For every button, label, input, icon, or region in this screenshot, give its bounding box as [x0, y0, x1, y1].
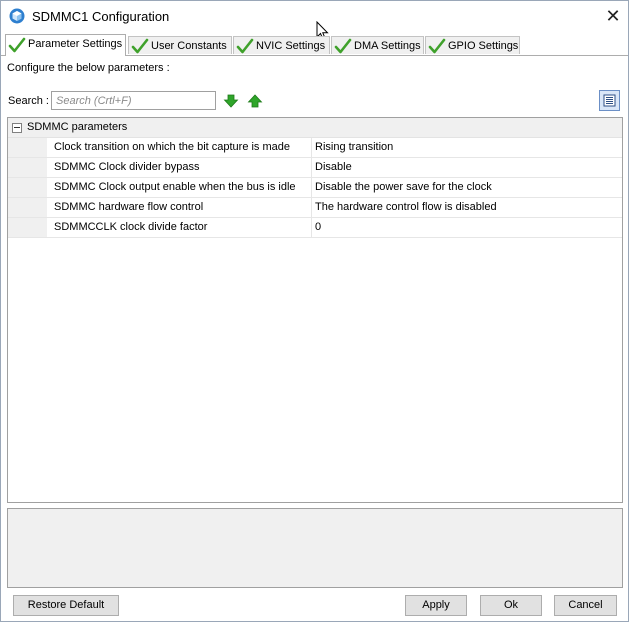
window-title: SDMMC1 Configuration [32, 9, 170, 24]
ok-button[interactable]: Ok [480, 595, 542, 616]
description-panel [7, 508, 623, 588]
table-row[interactable]: SDMMC hardware flow control The hardware… [8, 198, 622, 218]
parameter-value[interactable]: 0 [315, 221, 321, 233]
parameter-name: SDMMCCLK clock divide factor [54, 221, 208, 233]
tab-dma-settings[interactable]: DMA Settings [331, 36, 424, 54]
table-row[interactable]: Clock transition on which the bit captur… [8, 138, 622, 158]
tab-gpio-settings[interactable]: GPIO Settings [425, 36, 520, 54]
row-gutter [8, 178, 47, 197]
check-icon [8, 37, 26, 53]
parameter-name: SDMMC Clock divider bypass [54, 161, 200, 173]
close-icon[interactable]: ✕ [605, 6, 620, 26]
configure-instructions: Configure the below parameters : [7, 62, 170, 74]
tab-label: NVIC Settings [256, 40, 326, 52]
parameter-value[interactable]: Disable [315, 161, 352, 173]
row-gutter [8, 198, 47, 217]
row-gutter [8, 138, 47, 157]
tab-label: GPIO Settings [448, 40, 519, 52]
app-cube-icon [9, 8, 25, 24]
apply-button[interactable]: Apply [405, 595, 467, 616]
search-label: Search : [8, 95, 49, 107]
title-bar[interactable]: SDMMC1 Configuration ✕ [1, 1, 628, 31]
group-label: SDMMC parameters [27, 121, 128, 133]
tab-label: User Constants [151, 40, 227, 52]
parameter-grid: SDMMC parameters Clock transition on whi… [7, 117, 623, 503]
parameter-value[interactable]: Disable the power save for the clock [315, 181, 492, 193]
arrow-up-icon[interactable] [247, 93, 263, 109]
arrow-down-icon[interactable] [223, 93, 239, 109]
check-icon [428, 38, 446, 54]
search-input[interactable] [51, 91, 216, 110]
configuration-window: SDMMC1 Configuration ✕ Parameter Setting… [0, 0, 629, 622]
parameter-value[interactable]: Rising transition [315, 141, 393, 153]
parameter-name: SDMMC Clock output enable when the bus i… [54, 181, 296, 193]
check-icon [334, 38, 352, 54]
column-divider [311, 178, 312, 197]
parameter-value[interactable]: The hardware control flow is disabled [315, 201, 497, 213]
column-divider [311, 198, 312, 217]
tab-label: DMA Settings [354, 40, 421, 52]
tab-parameter-settings[interactable]: Parameter Settings [5, 34, 126, 56]
list-view-button[interactable] [599, 90, 620, 111]
table-row[interactable]: SDMMCCLK clock divide factor 0 [8, 218, 622, 238]
tab-strip: Parameter Settings User Constants NVIC S… [5, 34, 625, 56]
check-icon [131, 38, 149, 54]
tab-nvic-settings[interactable]: NVIC Settings [233, 36, 330, 54]
row-gutter [8, 158, 47, 177]
collapse-toggle-icon[interactable] [12, 123, 22, 133]
column-divider [311, 158, 312, 177]
list-view-icon [603, 94, 616, 107]
tab-label: Parameter Settings [28, 38, 123, 50]
table-row[interactable]: SDMMC Clock output enable when the bus i… [8, 178, 622, 198]
check-icon [236, 38, 254, 54]
close-button[interactable]: ✕ [598, 1, 628, 31]
cancel-button[interactable]: Cancel [554, 595, 617, 616]
restore-default-button[interactable]: Restore Default [13, 595, 119, 616]
column-divider [311, 138, 312, 157]
tab-user-constants[interactable]: User Constants [128, 36, 232, 54]
parameter-group-header[interactable]: SDMMC parameters [8, 118, 622, 138]
row-gutter [8, 218, 47, 237]
parameter-name: SDMMC hardware flow control [54, 201, 204, 213]
column-divider [311, 218, 312, 237]
table-row[interactable]: SDMMC Clock divider bypass Disable [8, 158, 622, 178]
parameter-name: Clock transition on which the bit captur… [54, 141, 291, 153]
